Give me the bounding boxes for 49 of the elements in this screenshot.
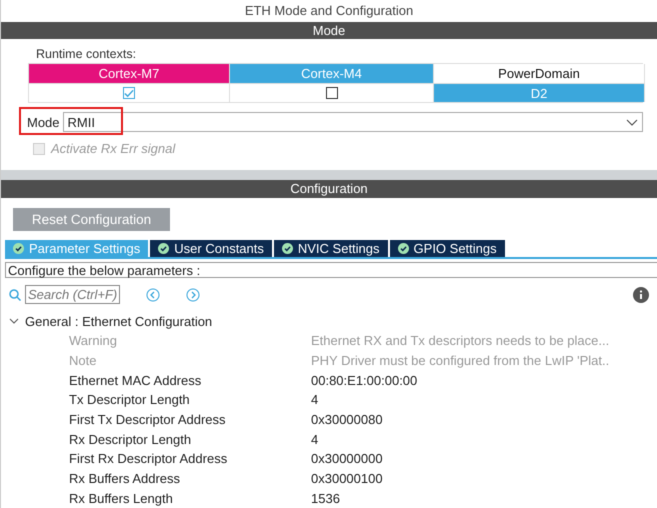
check-circle-icon <box>13 243 24 254</box>
parameter-value: 0x30000000 <box>311 451 384 466</box>
search-icon <box>9 288 21 301</box>
chevron-down-icon[interactable] <box>9 317 19 326</box>
settings-tab[interactable]: NVIC Settings <box>274 240 388 258</box>
power-domain-value: D2 <box>434 83 645 102</box>
check-icon <box>124 88 134 98</box>
context-checkbox[interactable] <box>123 87 135 100</box>
section-header: Mode <box>1 22 657 40</box>
context-checkbox[interactable] <box>326 87 338 100</box>
parameter-name: Rx Buffers Length <box>69 490 174 506</box>
mode-label: Mode <box>26 114 60 130</box>
settings-tab[interactable]: GPIO Settings <box>390 240 505 258</box>
power-domain-header: PowerDomain <box>434 64 645 84</box>
window-title: ETH Mode and Configuration <box>244 2 414 20</box>
check-circle-icon <box>158 243 170 254</box>
parameter-value: PHY Driver must be configured from the LwIP 'Plat.. <box>311 353 610 368</box>
check-circle-icon <box>398 243 409 254</box>
parameter-value: 0x30000100 <box>311 471 384 486</box>
parameter-value: 00:80:E1:00:00:00 <box>311 372 418 388</box>
parameter-value: 4 <box>311 432 320 447</box>
parameter-name: First Rx Descriptor Address <box>69 451 228 466</box>
parameter-name: Ethernet MAC Address <box>69 372 202 388</box>
parameter-value: 0x30000080 <box>311 412 384 428</box>
info-icon[interactable] <box>633 286 649 303</box>
chevron-down-icon <box>626 118 638 126</box>
mode-dropdown[interactable]: RMII <box>62 112 643 132</box>
check-circle-icon <box>282 243 293 254</box>
runtime-contexts-label: Runtime contexts: <box>35 47 138 62</box>
parameter-value: Ethernet RX and Tx descriptors needs to be place... <box>311 333 610 348</box>
instructions-text: Configure the below parameters : <box>5 262 657 278</box>
parameter-name: Rx Buffers Address <box>69 471 182 486</box>
context-header: Cortex-M7 <box>29 64 230 84</box>
parameter-name: Tx Descriptor Length <box>69 392 191 408</box>
parameter-name: Note <box>69 353 98 368</box>
next-icon[interactable] <box>186 288 200 302</box>
context-header: Cortex-M4 <box>230 64 434 84</box>
parameter-name: Rx Descriptor Length <box>69 432 192 447</box>
search-field[interactable]: Search (Ctrl+F) <box>25 285 120 304</box>
panel-splitter[interactable] <box>1 170 657 180</box>
parameter-value: 1536 <box>311 490 341 506</box>
tree-group-label: General : Ethernet Configuration <box>25 314 212 329</box>
rx-err-label: Activate Rx Err signal <box>51 141 176 156</box>
previous-icon[interactable] <box>146 288 160 302</box>
section-header: Configuration <box>1 180 657 198</box>
parameter-name: First Tx Descriptor Address <box>69 412 227 428</box>
settings-tab[interactable]: User Constants <box>150 240 272 258</box>
parameter-value: 4 <box>311 392 320 408</box>
parameter-name: Warning <box>69 333 118 348</box>
